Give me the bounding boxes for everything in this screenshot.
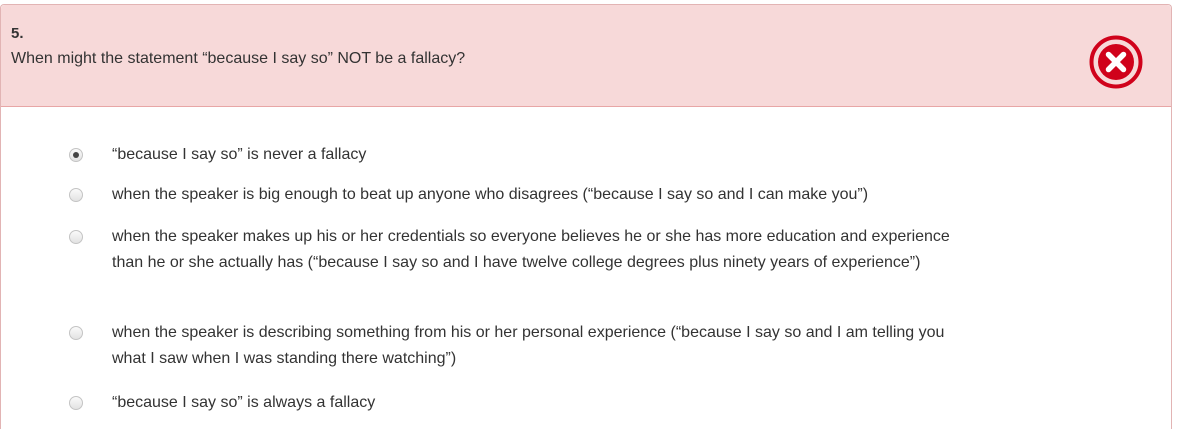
radio-button-selected[interactable] (69, 148, 83, 162)
question-number: 5. (11, 25, 24, 42)
radio-button[interactable] (69, 188, 83, 202)
question-text: When might the statement “because I say … (11, 50, 466, 67)
x-circle-icon (1089, 35, 1143, 89)
question-card: 5. When might the statement “because I s… (0, 4, 1172, 429)
radio-button[interactable] (69, 396, 83, 410)
answer-label: when the speaker is big enough to beat u… (112, 186, 869, 203)
radio-button[interactable] (69, 326, 83, 340)
answer-label: “because I say so” is never a fallacy (112, 146, 367, 163)
answer-label: when the speaker is describing something… (112, 324, 945, 367)
question-header: 5. When might the statement “because I s… (1, 5, 1171, 107)
radio-button[interactable] (69, 230, 83, 244)
answer-label: when the speaker makes up his or her cre… (112, 228, 950, 271)
answer-label: “because I say so” is always a fallacy (112, 394, 376, 411)
